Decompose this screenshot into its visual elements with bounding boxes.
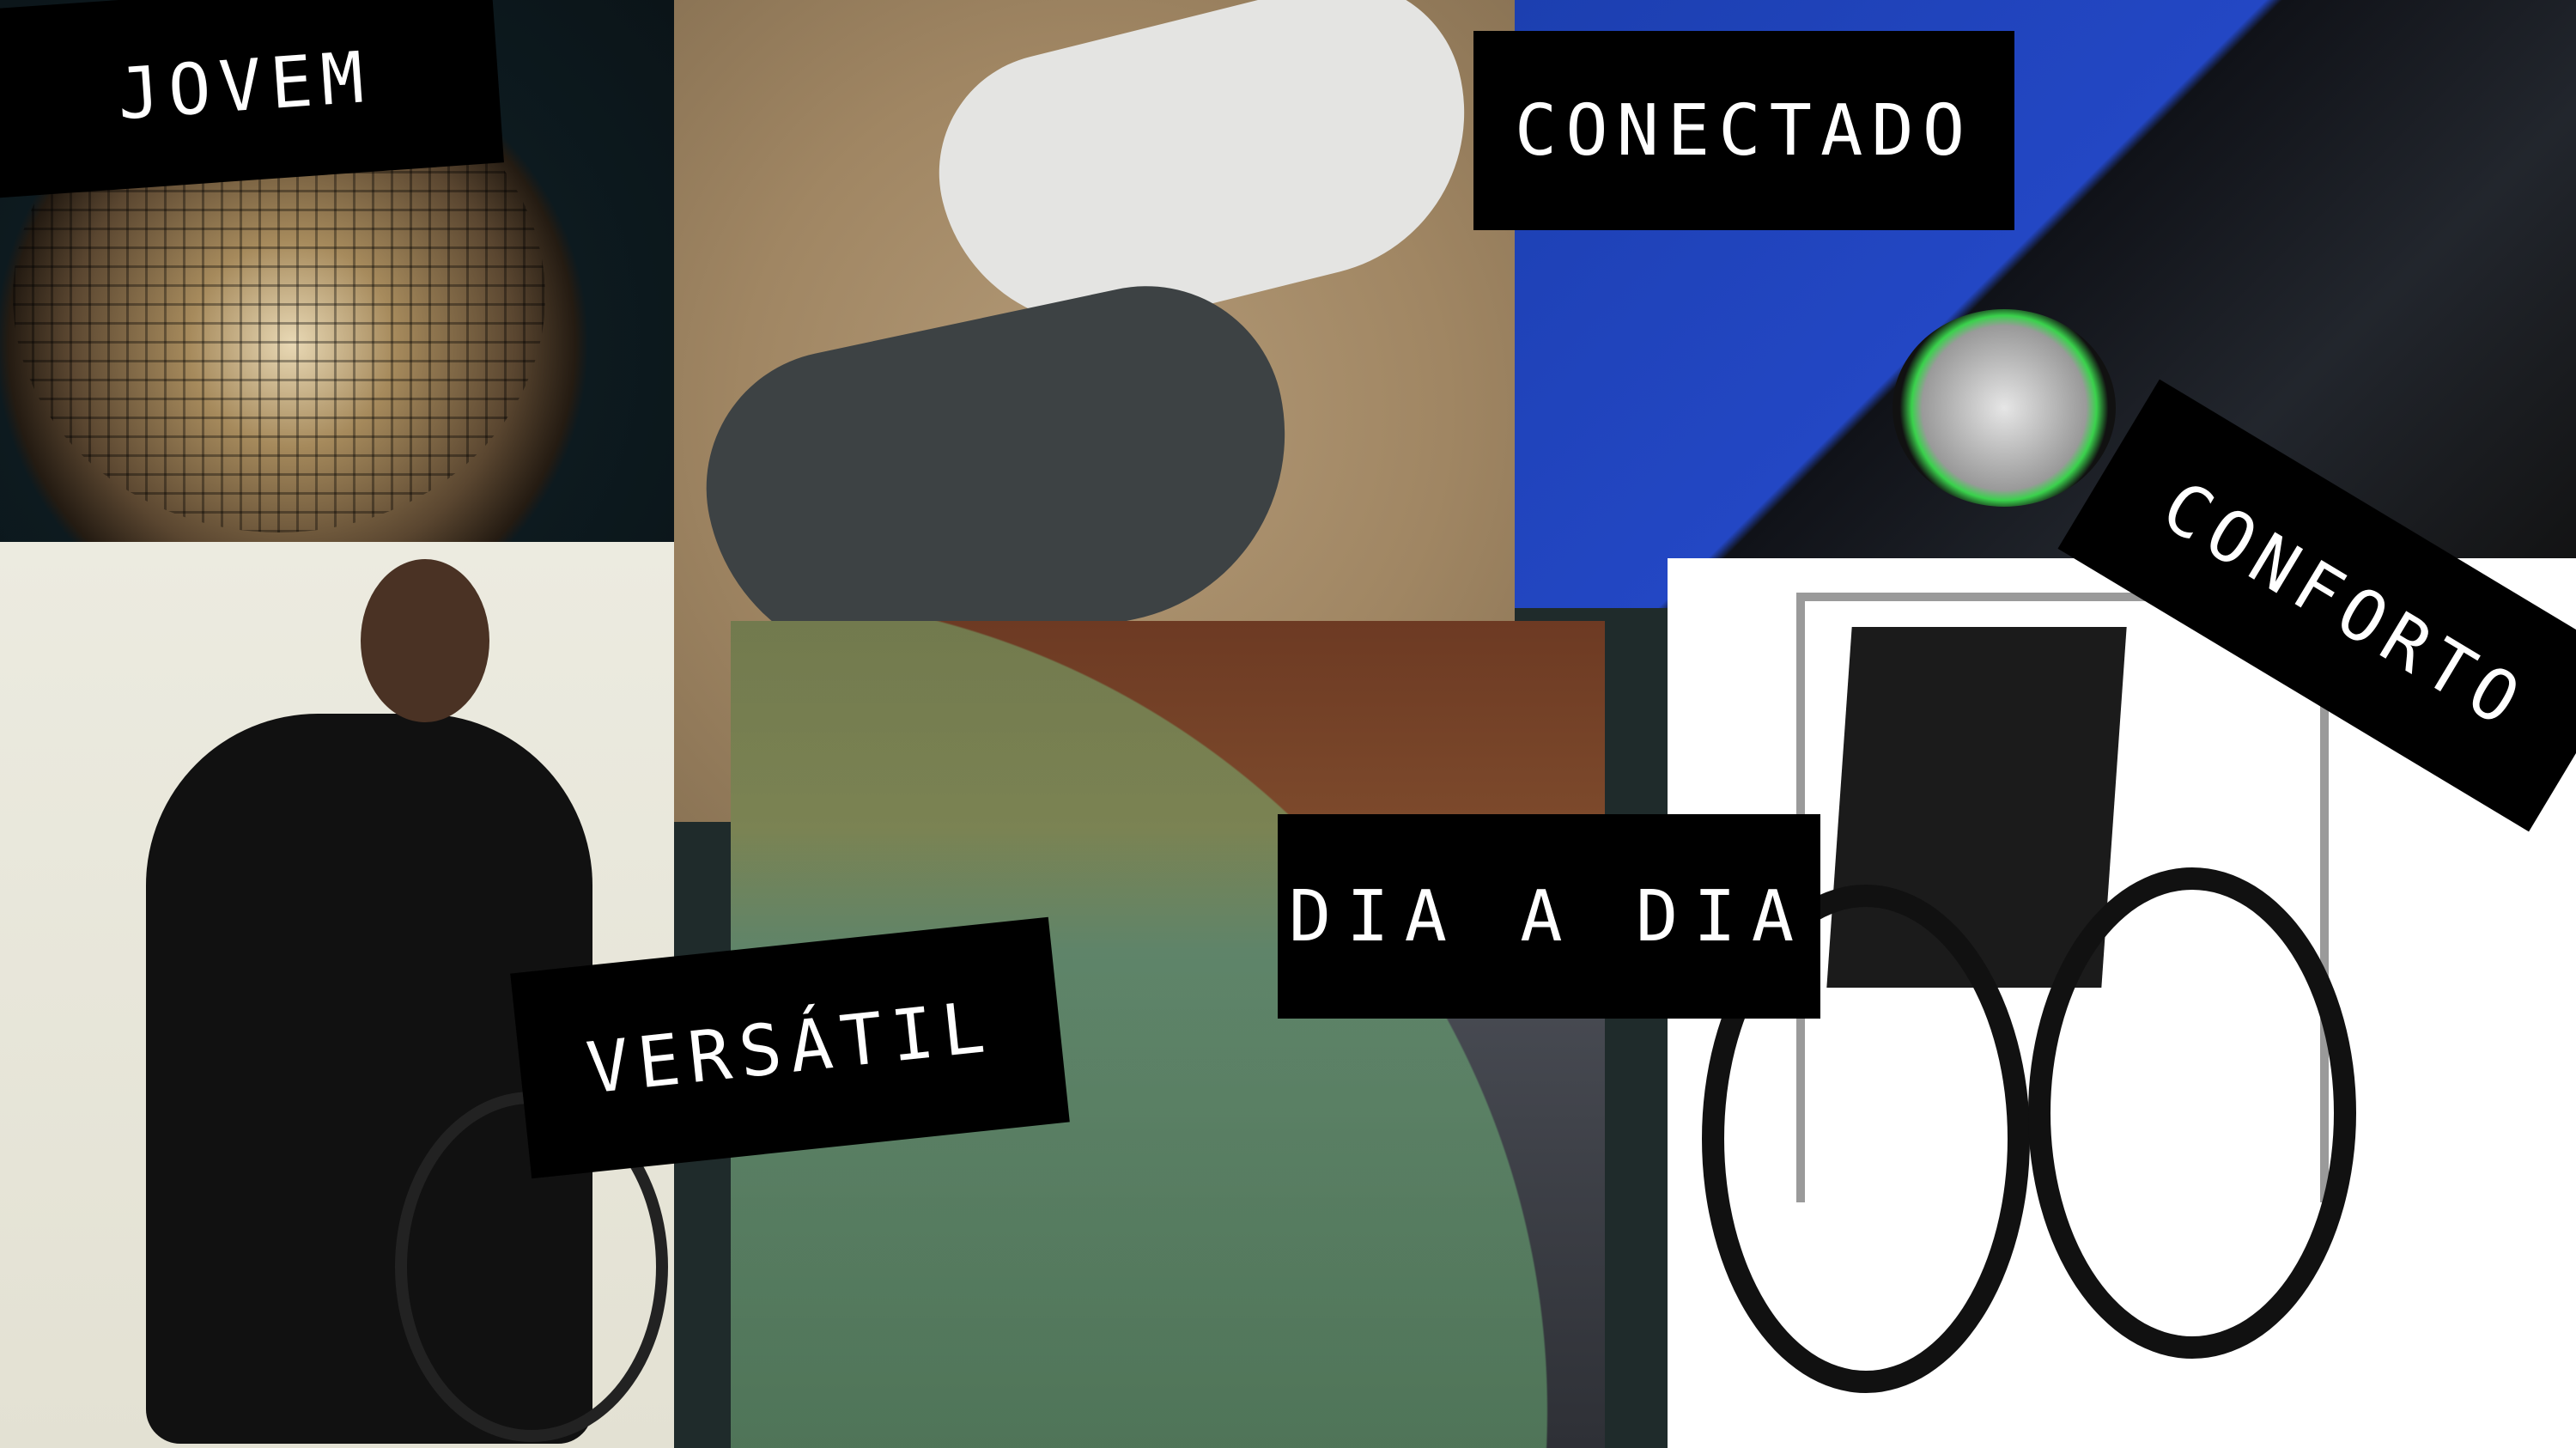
label-conectado: CONECTADO [1473,31,2014,230]
man-head [361,559,489,722]
wheelchair-right-wheel [2028,867,2356,1359]
label-dia-a-dia: DIA A DIA [1278,814,1820,1019]
dj-platter [1893,309,2116,507]
